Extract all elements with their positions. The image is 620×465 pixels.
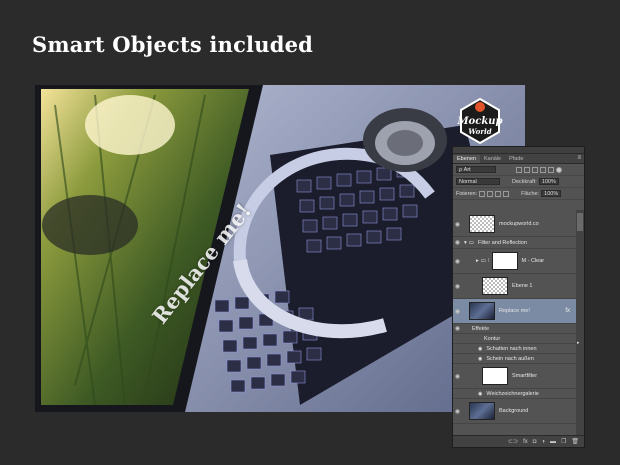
filter-weichzeichnergalerie[interactable]: ◉ Weichzeichnergalerie xyxy=(453,389,576,399)
group-open-chevron-icon[interactable]: ▾ xyxy=(464,240,467,246)
layer-fx-icon[interactable]: fx xyxy=(565,308,570,314)
blend-row: Normal Deckkraft: 100% xyxy=(453,176,584,188)
new-layer-icon[interactable]: ❐ xyxy=(561,438,566,445)
tab-pfade[interactable]: Pfade xyxy=(505,155,527,163)
panel-tabs: Ebenen Kanäle Pfade ≡ xyxy=(453,154,584,164)
link-icon: ⁞ xyxy=(487,258,490,264)
lock-row: Fixieren: Fläche: 100% xyxy=(453,188,584,200)
text-filter-icon[interactable] xyxy=(532,166,538,173)
link-layers-icon[interactable]: ⊂⊃ xyxy=(508,438,518,445)
layer-mask-thumbnail xyxy=(491,252,518,270)
visibility-eye-icon[interactable]: ◉ xyxy=(453,308,462,315)
scrollbar-thumb[interactable] xyxy=(577,213,583,231)
opacity-input[interactable]: 100% xyxy=(538,178,559,185)
image-filter-icon[interactable] xyxy=(516,166,522,173)
layer-group-filter-reflection[interactable]: ◉ ▾ ▭ Filter and Reflection xyxy=(453,237,576,249)
visibility-eye-icon[interactable]: ◉ xyxy=(453,283,462,290)
layer-ebene-1[interactable]: ◉ Ebene 1 xyxy=(453,274,576,299)
new-group-icon[interactable]: ▬ xyxy=(550,439,556,445)
visibility-eye-icon[interactable]: ◉ xyxy=(453,258,462,265)
visibility-eye-icon[interactable]: ◉ xyxy=(453,239,462,246)
add-mask-icon[interactable]: ◘ xyxy=(533,439,537,445)
layers-list: ◉ mockupworld.co ◉ ▾ ▭ Filter and Reflec… xyxy=(453,210,584,435)
visibility-eye-icon[interactable]: ◉ xyxy=(478,356,482,362)
panel-bottom-toolbar: ⊂⊃ fx ◘ ◑ ▬ ❐ 🗑 xyxy=(453,435,584,447)
folder-icon: ▭ xyxy=(468,239,474,246)
opacity-label: Deckkraft: xyxy=(512,178,537,185)
effect-schein-aussen[interactable]: ◉ Schein nach außen xyxy=(453,354,576,364)
smartfilter-row[interactable]: ◉ Smartfilter xyxy=(453,364,576,389)
lock-image-icon[interactable] xyxy=(487,190,494,197)
visibility-eye-icon[interactable]: ◉ xyxy=(453,408,462,415)
layers-scrollbar[interactable]: ▸ xyxy=(576,210,584,435)
visibility-eye-icon[interactable]: ◉ xyxy=(478,346,482,352)
layer-thumbnail xyxy=(482,277,508,295)
fill-label: Fläche: xyxy=(521,190,540,197)
tab-ebenen[interactable]: Ebenen xyxy=(453,155,480,163)
adjustment-layer-icon[interactable]: ◑ xyxy=(541,439,545,445)
lock-position-icon[interactable] xyxy=(495,190,502,197)
add-style-icon[interactable]: fx xyxy=(523,439,528,445)
smartfilter-mask-thumbnail xyxy=(482,367,508,385)
smartobject-filter-icon[interactable] xyxy=(548,166,554,173)
panel-titlebar[interactable] xyxy=(453,147,584,154)
effects-row[interactable]: ◉ Effekte xyxy=(453,324,576,334)
visibility-eye-icon[interactable]: ◉ xyxy=(453,373,462,380)
layer-background[interactable]: ◉ Background xyxy=(453,399,576,424)
trash-icon[interactable]: 🗑 xyxy=(571,438,579,445)
smart-object-thumbnail xyxy=(469,302,495,320)
filter-row: ρ Art xyxy=(453,164,584,176)
folder-icon: ▭ xyxy=(480,258,486,264)
layer-group-m-clear[interactable]: ◉ ▸ ▭ ⁞ M - Clear xyxy=(453,249,576,274)
filter-toggle-icon[interactable] xyxy=(556,166,562,173)
adjustment-filter-icon[interactable] xyxy=(524,166,530,173)
effect-schatten-innen[interactable]: ◉ Schatten nach innen xyxy=(453,344,576,354)
fill-input[interactable]: 100% xyxy=(541,190,562,197)
scroll-arrow-icon[interactable]: ▸ xyxy=(577,340,580,346)
layer-mockupworld[interactable]: ◉ mockupworld.co xyxy=(453,212,576,237)
headline: Smart Objects included xyxy=(32,32,314,57)
effect-kontur[interactable]: Kontur xyxy=(453,334,576,344)
mockupworld-logo: Mockup World xyxy=(455,96,505,146)
tab-kanaele[interactable]: Kanäle xyxy=(480,155,505,163)
shape-filter-icon[interactable] xyxy=(540,166,546,173)
layer-filter-select[interactable]: ρ Art xyxy=(456,166,496,173)
visibility-eye-icon[interactable]: ◉ xyxy=(453,325,462,332)
lock-all-icon[interactable] xyxy=(503,190,510,197)
panel-menu-icon[interactable]: ≡ xyxy=(577,155,581,161)
visibility-eye-icon[interactable]: ◉ xyxy=(478,391,482,397)
layer-thumbnail xyxy=(469,215,495,233)
lock-transparent-icon[interactable] xyxy=(479,190,486,197)
visibility-eye-icon[interactable]: ◉ xyxy=(453,221,462,228)
group-closed-chevron-icon[interactable]: ▸ xyxy=(476,258,479,264)
blend-mode-select[interactable]: Normal xyxy=(456,178,500,185)
lock-label: Fixieren: xyxy=(456,190,478,197)
layer-thumbnail xyxy=(469,402,495,420)
layer-replace-me[interactable]: ◉ Replace me! fx xyxy=(453,299,576,324)
layers-panel: Ebenen Kanäle Pfade ≡ ρ Art Normal Deckk… xyxy=(452,146,585,448)
